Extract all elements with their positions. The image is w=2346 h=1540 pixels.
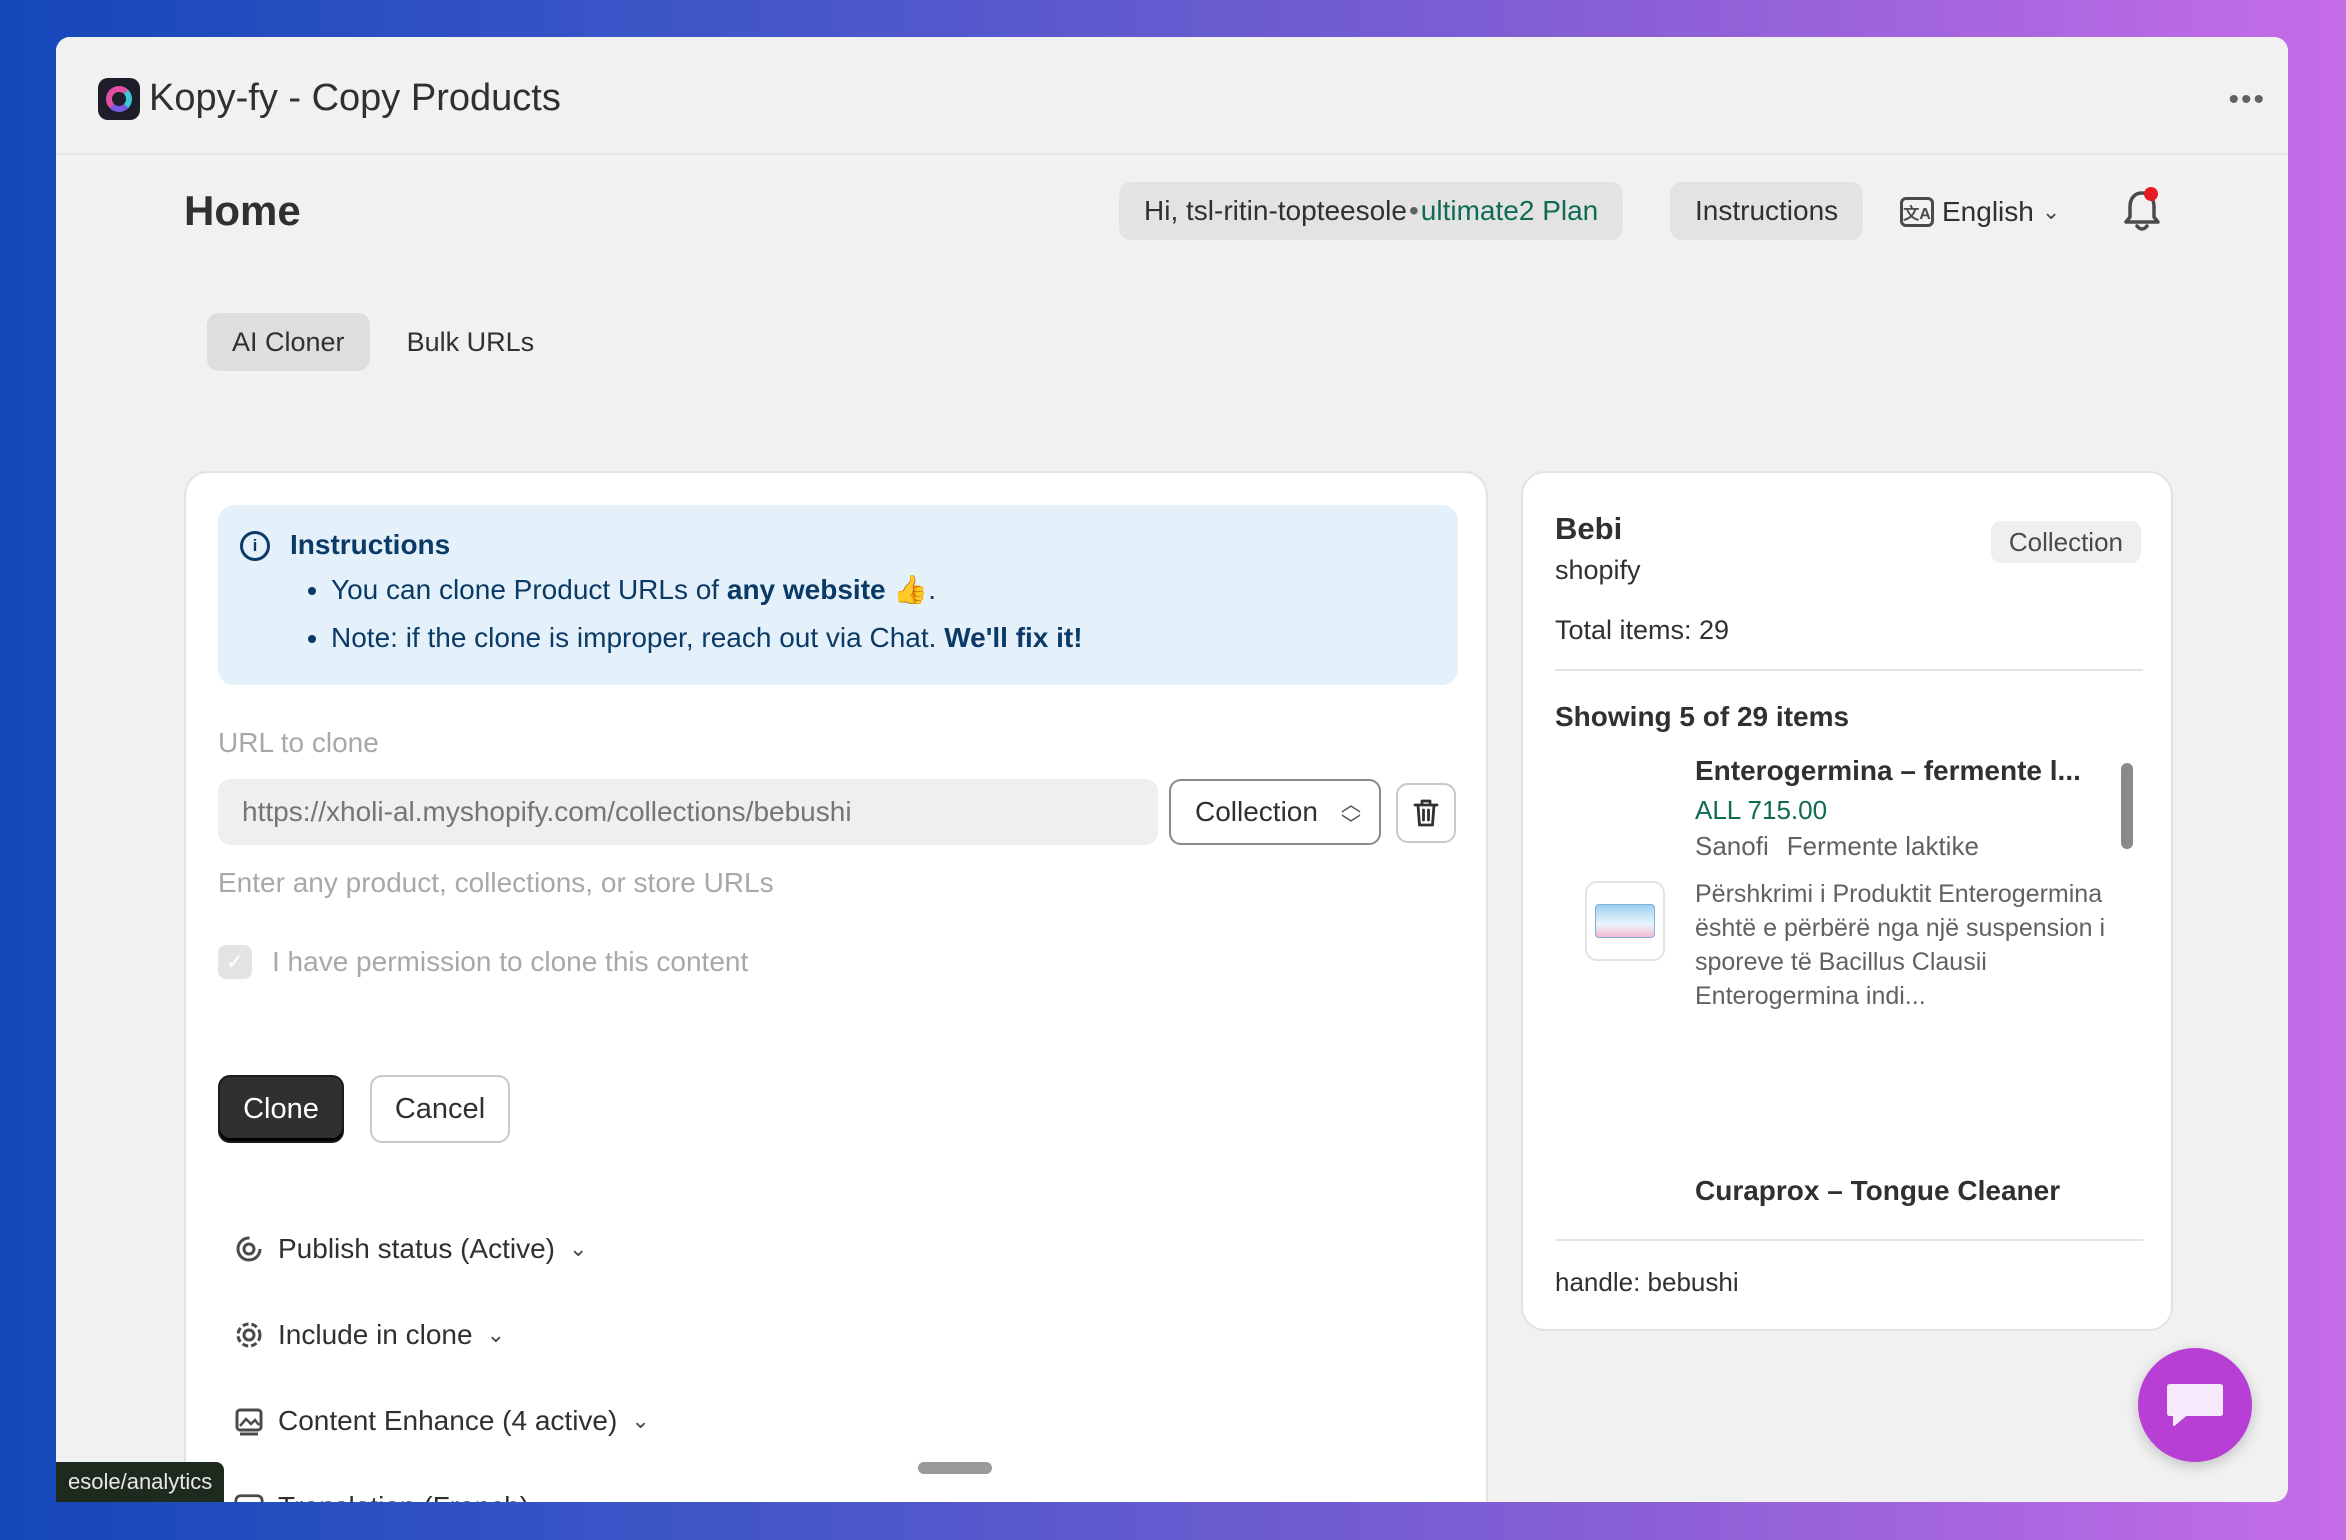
language-label: English: [1942, 196, 2034, 227]
collection-preview-card: Bebi shopify Collection Total items: 29 …: [1521, 471, 2173, 1331]
more-horizontal-icon[interactable]: •••: [2228, 83, 2266, 117]
tab-bulk-urls[interactable]: Bulk URLs: [382, 313, 560, 371]
product-title[interactable]: Enterogermina – fermente l...: [1695, 755, 2095, 787]
plan-name: ultimate2 Plan: [1420, 195, 1599, 226]
collection-type-badge: Collection: [1990, 521, 2141, 563]
instruction-item: Note: if the clone is improper, reach ou…: [331, 622, 1083, 654]
translation-toggle[interactable]: 文A Translation (French) ︿: [234, 1491, 565, 1502]
instructions-list: You can clone Product URLs of any websit…: [331, 573, 1083, 670]
section-label: Publish status (Active): [278, 1233, 555, 1264]
product-description: Përshkrimi i Produktit Enterogermina ësh…: [1695, 880, 2106, 1010]
gear-icon: [234, 1320, 264, 1350]
clone-button[interactable]: Clone: [218, 1075, 344, 1143]
chevron-down-icon: ⌄: [486, 1322, 506, 1347]
include-in-clone-toggle[interactable]: Include in clone ⌄: [234, 1319, 505, 1351]
info-icon: i: [240, 531, 270, 561]
total-items: Total items: 29: [1555, 615, 1730, 645]
product-title[interactable]: Curaprox – Tongue Cleaner: [1695, 1175, 2060, 1207]
collection-name: Bebi: [1555, 511, 1623, 546]
product-meta: Sanofi Fermente laktike: [1695, 831, 1997, 862]
translate-icon: 文A: [234, 1492, 264, 1502]
url-type-value: Collection: [1195, 796, 1318, 827]
title-bar: Kopy-fy - Copy Products •••: [56, 37, 2288, 155]
select-updown-icon: ︿ ﹀: [1341, 794, 1361, 836]
product-list-scrollbar[interactable]: [2121, 763, 2133, 849]
tab-bar: AI Cloner Bulk URLs: [207, 313, 559, 371]
product-vendor: Sanofi: [1695, 831, 1769, 861]
chevron-up-icon: ︿: [543, 1491, 565, 1502]
url-label: URL to clone: [218, 727, 379, 758]
permission-label: I have permission to clone this content: [272, 946, 749, 977]
translate-icon: 文A: [1900, 197, 1934, 227]
chevron-down-icon: ⌄: [631, 1408, 650, 1433]
publish-icon: [234, 1234, 264, 1264]
permission-checkbox[interactable]: ✓: [218, 945, 252, 979]
publish-status-toggle[interactable]: Publish status (Active) ⌄: [234, 1233, 587, 1265]
showing-count: Showing 5 of 29 items: [1555, 701, 1850, 732]
product-category: Fermente laktike: [1786, 831, 1979, 861]
status-bar-url: esole/analytics: [56, 1462, 225, 1502]
url-help-text: Enter any product, collections, or store…: [218, 867, 774, 898]
language-selector[interactable]: 文A English ⌄: [1900, 190, 2060, 234]
clone-form-card: i Instructions You can clone Product URL…: [184, 471, 1488, 1502]
section-label: Translation (French): [278, 1491, 529, 1502]
drag-handle[interactable]: [918, 1462, 992, 1474]
app-title: Kopy-fy - Copy Products: [149, 77, 561, 119]
app-window: Kopy-fy - Copy Products ••• Home Hi, tsl…: [56, 37, 2288, 1502]
collection-handle: handle: bebushi: [1555, 1267, 1739, 1297]
delete-url-button[interactable]: [1396, 783, 1456, 843]
chat-button[interactable]: [2138, 1348, 2252, 1462]
chevron-down-icon: ⌄: [569, 1236, 588, 1261]
divider: [1555, 1239, 2143, 1241]
page-title: Home: [184, 187, 301, 234]
product-price: ALL 715.00: [1695, 795, 1828, 825]
permission-row: ✓ I have permission to clone this conten…: [218, 945, 748, 979]
product-thumbnail: [1585, 881, 1665, 961]
greeting-text: Hi, tsl-ritin-topteesole: [1144, 195, 1407, 226]
instructions-button[interactable]: Instructions: [1670, 182, 1864, 240]
image-enhance-icon: [234, 1406, 264, 1436]
instruction-item: You can clone Product URLs of any websit…: [331, 573, 1083, 606]
tab-ai-cloner[interactable]: AI Cloner: [207, 313, 370, 371]
notification-bell-icon[interactable]: [2122, 187, 2162, 233]
banner-title: Instructions: [290, 529, 451, 560]
svg-text:文A: 文A: [238, 1501, 260, 1502]
app-logo-icon: [98, 78, 140, 120]
chevron-down-icon: ⌄: [2041, 199, 2061, 224]
divider: [1555, 669, 2143, 671]
notification-dot: [2144, 187, 2158, 201]
chat-icon: [2167, 1384, 2223, 1426]
content-enhance-toggle[interactable]: Content Enhance (4 active) ⌄: [234, 1405, 650, 1437]
instructions-banner: i Instructions You can clone Product URL…: [218, 505, 1458, 685]
section-label: Include in clone: [278, 1319, 473, 1350]
collection-source: shopify: [1555, 555, 1641, 585]
trash-icon: [1413, 799, 1439, 827]
cancel-button[interactable]: Cancel: [370, 1075, 510, 1143]
section-label: Content Enhance (4 active): [278, 1405, 618, 1436]
url-type-select[interactable]: Collection ︿ ﹀: [1169, 779, 1381, 845]
account-plan-pill[interactable]: Hi, tsl-ritin-topteesole•ultimate2 Plan: [1119, 182, 1624, 240]
product-image: [1595, 904, 1655, 938]
url-input[interactable]: [218, 779, 1158, 845]
